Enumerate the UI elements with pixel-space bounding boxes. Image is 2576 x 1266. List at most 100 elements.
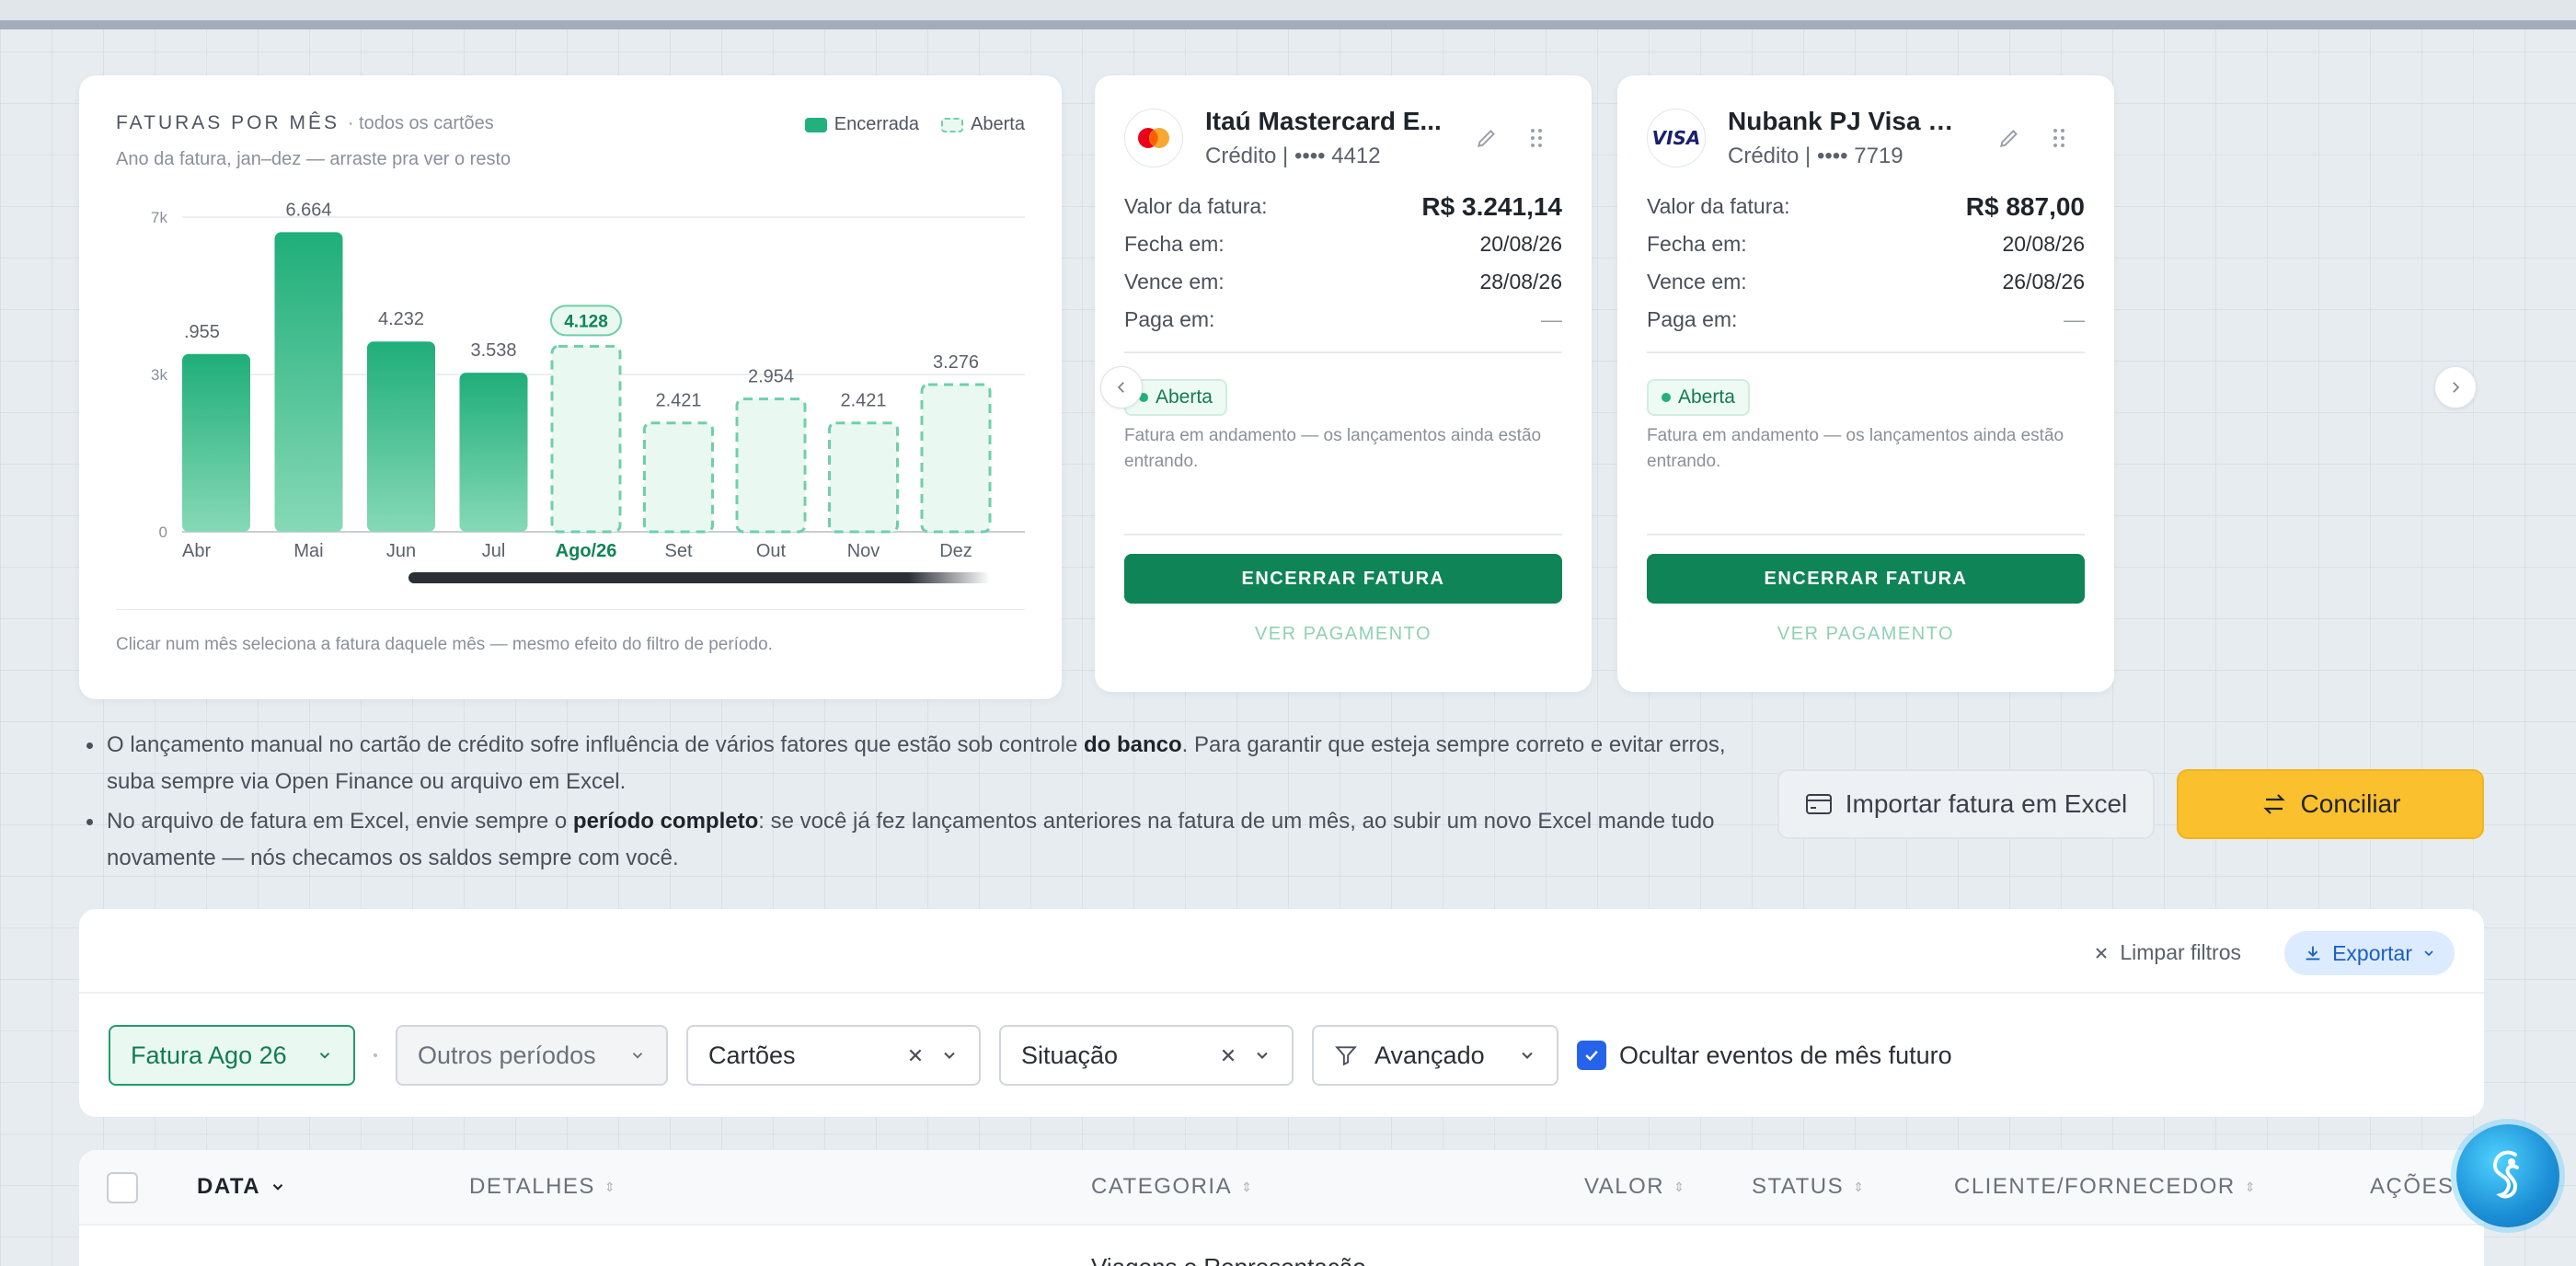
chevron-down-icon [1522,1052,1533,1059]
bar-Out [735,397,807,534]
x-tick-label: Mai [293,541,323,561]
carousel-prev-button[interactable] [1100,366,1143,409]
close-invoice-button[interactable]: ENCERRAR FATURA [1124,554,1562,604]
invoices-bar-chart[interactable]: 0 3k 7k .955 Abr 6.664 Mai 4.232 Jun 3.538 Jul 4.12… [79,75,1062,627]
invoice-amount-row: Valor da fatura: R$ 3.241,14 [1124,191,1562,221]
drag-handle-icon[interactable] [1522,123,1551,153]
invoice-period-select[interactable]: Fatura Ago 26 [109,1025,355,1086]
close-icon[interactable] [907,1047,924,1064]
sort-icon: ⇕ [604,1179,617,1194]
chevron-right-icon [2453,382,2460,393]
transactions-table: DATA DETALHES ⇕ CATEGORIA ⇕ VALOR ⇕ STATUS ⇕… [79,1150,2484,1266]
assistant-seahorse-icon [2492,1150,2519,1199]
filters-toolbar: Limpar filtros Exportar [79,909,2484,994]
x-tick-label: Jun [386,541,416,561]
note-item: No arquivo de fatura em Excel, envie sem… [86,803,1742,877]
bar-value-label: 4.232 [378,309,424,329]
bar-Dez [920,383,992,534]
chart-scrollbar[interactable] [408,572,990,583]
clear-filters-button[interactable]: Limpar filtros [2094,940,2241,965]
column-header-client-supplier[interactable]: CLIENTE/FORNECEDOR ⇕ [1954,1174,2257,1200]
visa-logo: VISA [1647,109,1706,167]
status-dot-icon [1662,393,1671,402]
invoice-card-itau: Itaú Mastercard E... Crédito | •••• 4412… [1095,75,1592,692]
chevron-down-icon [944,1052,955,1059]
due-date-row: Vence em: 28/08/26 [1124,270,1562,293]
chevron-down-icon [319,1053,330,1059]
bar-value-label: 6.664 [285,200,331,220]
import-excel-button[interactable]: Importar fatura em Excel [1777,769,2155,839]
bar-value-label: .955 [184,322,220,342]
column-header-data[interactable]: DATA [197,1174,286,1200]
bar-Jul [459,373,528,532]
close-icon[interactable] [1220,1047,1236,1064]
invoice-card-nubank: VISA Nubank PJ Visa — ... Crédito | ••••… [1617,75,2114,692]
card-type-number: Crédito | •••• 4412 [1205,144,1381,168]
paid-date-row: Paga em: — [1647,307,2085,331]
y-tick-label: 0 [159,524,167,541]
bar-value-label: 4.128 [564,312,608,331]
invoice-status-description: Fatura em andamento — os lançamentos ain… [1124,426,1542,471]
other-periods-select[interactable]: Outros períodos [396,1025,668,1086]
column-header-value[interactable]: VALOR ⇕ [1584,1174,1685,1200]
x-tick-label: Set [664,541,692,561]
closing-date-row: Fecha em: 20/08/26 [1124,232,1562,256]
close-invoice-button[interactable]: ENCERRAR FATURA [1647,554,2085,604]
carousel-next-button[interactable] [2434,366,2477,409]
card-name: Nubank PJ Visa — ... [1728,107,1967,135]
chevron-down-icon [2424,950,2433,957]
bar-Abr [182,353,250,532]
pencil-icon[interactable] [1995,123,2024,153]
column-header-details[interactable]: DETALHES ⇕ [469,1174,616,1200]
status-select[interactable]: Situação [999,1025,1294,1086]
advanced-filter-button[interactable]: Avançado [1312,1025,1558,1086]
filter-bar: Fatura Ago 26 Outros períodos Cartões Si… [109,1025,1952,1086]
bar-value-label: 3.538 [470,340,516,361]
close-icon [2096,947,2108,959]
filters-panel: Limpar filtros Exportar Fatura Ago 26 Ou… [79,909,2484,1117]
bar-value-label: 3.276 [933,352,979,373]
swap-arrows-icon [2262,794,2285,814]
chevron-down-icon [632,1053,643,1059]
drag-handle-icon[interactable] [2044,123,2074,153]
divider [1647,351,2085,353]
column-header-category[interactable]: CATEGORIA ⇕ [1091,1174,1253,1200]
x-tick-label: Ago/26 [556,541,617,561]
pencil-icon[interactable] [1472,123,1501,153]
reconcile-button[interactable]: Conciliar [2177,769,2484,839]
column-header-status[interactable]: STATUS ⇕ [1752,1174,1865,1200]
invoice-details: Valor da fatura: R$ 887,00 Fecha em: 20/08… [1647,188,2085,339]
card-type-number: Crédito | •••• 7719 [1728,144,1903,168]
sort-icon: ⇕ [1673,1179,1686,1194]
x-tick-label: Nov [847,541,880,561]
export-button[interactable]: Exportar [2284,931,2455,975]
view-payment-link[interactable]: VER PAGAMENTO [1124,624,1562,645]
divider [1124,534,1562,535]
sort-icon: ⇕ [2244,1179,2257,1194]
table-row-category: Viagens e Representação [1091,1253,1366,1266]
divider [1647,534,2085,535]
bar-Set [643,421,714,534]
bar-value-label: 2.421 [655,391,701,411]
status-badge: Aberta [1647,379,1750,416]
closing-date-row: Fecha em: 20/08/26 [1647,232,2085,256]
help-assistant-button[interactable] [2456,1124,2559,1227]
chevron-down-icon [272,1184,283,1191]
credit-card-notes: O lançamento manual no cartão de crédito… [86,727,1742,880]
cards-select[interactable]: Cartões [686,1025,981,1086]
hide-future-events-checkbox[interactable]: Ocultar eventos de mês futuro [1577,1041,1952,1070]
mastercard-logo [1124,109,1183,167]
x-tick-label: Dez [939,541,972,561]
select-all-checkbox[interactable] [107,1172,138,1203]
column-header-actions: AÇÕES [2370,1174,2455,1199]
checkbox-checked-icon[interactable] [1577,1041,1606,1070]
bar-Jun [367,341,435,532]
credit-card-icon [1805,794,1832,814]
sort-icon: ⇕ [1853,1179,1866,1194]
view-payment-link[interactable]: VER PAGAMENTO [1647,624,2085,645]
due-date-row: Vence em: 26/08/26 [1647,270,2085,293]
invoice-amount: R$ 887,00 [1965,191,2085,221]
paid-date-row: Paga em: — [1124,307,1562,331]
x-tick-label: Out [756,541,787,561]
y-tick-label: 7k [151,209,167,226]
